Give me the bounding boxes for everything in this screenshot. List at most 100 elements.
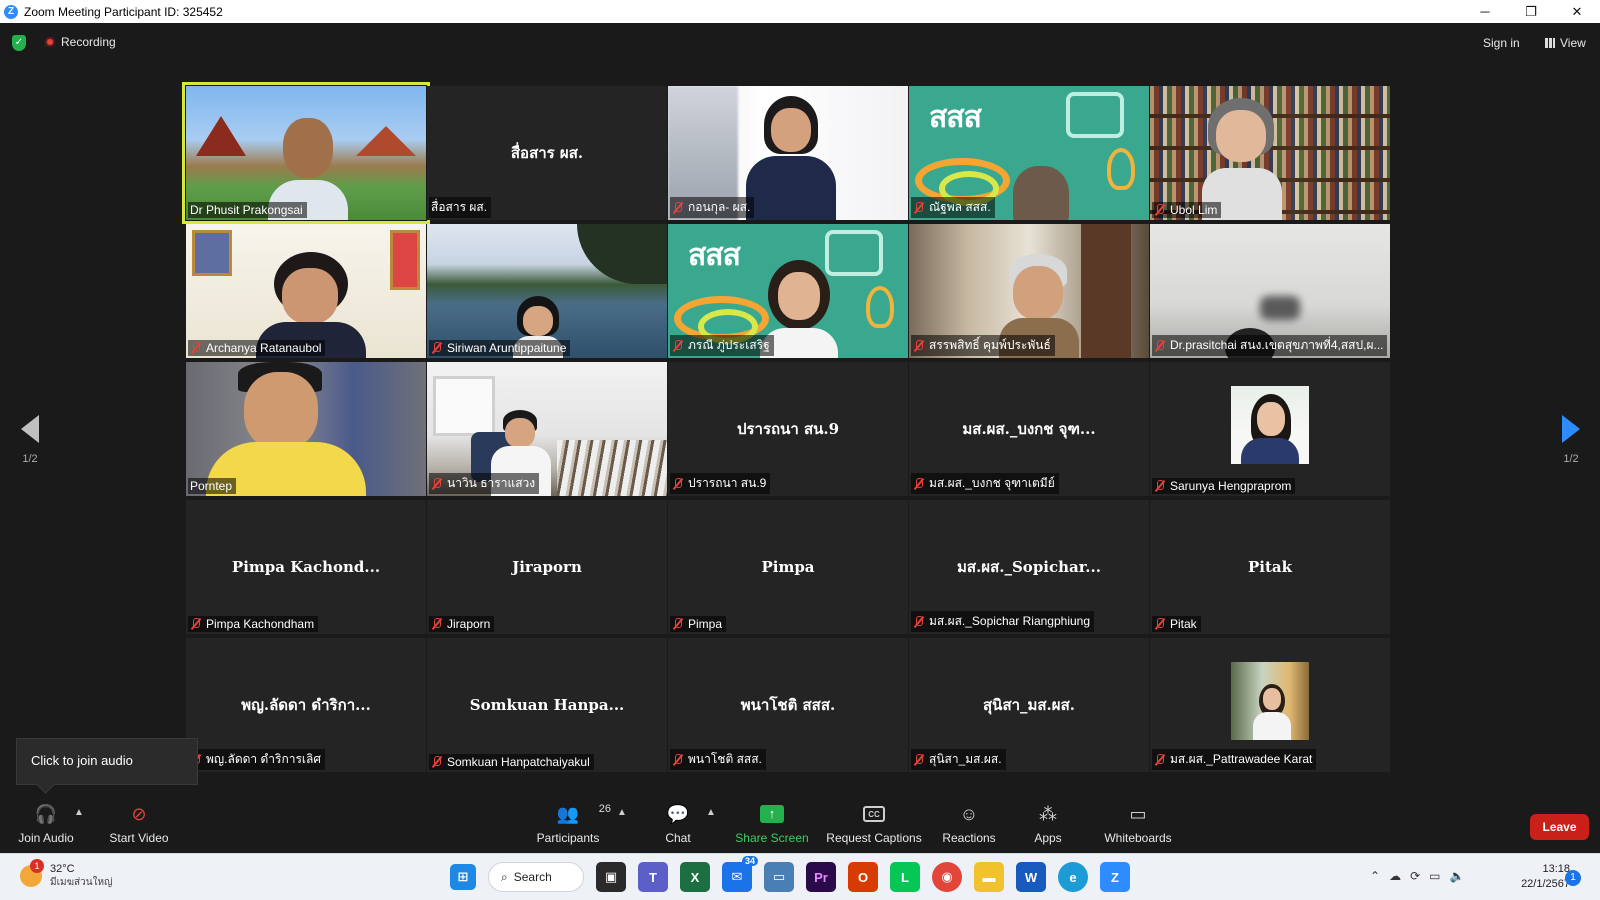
participant-tile[interactable]: Archanya Ratanaubol — [186, 224, 426, 358]
participants-button[interactable]: 👥 26 Participants — [531, 801, 611, 845]
participant-name-label: Ubol Lim — [1152, 202, 1222, 218]
participant-display-name: Jiraporn — [512, 558, 582, 576]
request-captions-button[interactable]: CC Request Captions — [826, 801, 922, 845]
reactions-button[interactable]: ☺ Reactions — [941, 801, 997, 846]
chevron-up-icon[interactable]: ⌃ — [1370, 869, 1380, 883]
next-page-button[interactable]: 1/2 — [1551, 415, 1591, 465]
participant-tile[interactable]: พนาโชติ สสส. พนาโชติ สสส. — [668, 638, 908, 772]
arrow-left-icon — [21, 415, 39, 443]
chat-button[interactable]: 💬 Chat — [650, 801, 706, 846]
participant-tile[interactable]: มส.ผส._Pattrawadee Karat — [1150, 638, 1390, 772]
participant-name-label: ภรณี ภู่ประเสริฐ — [670, 335, 774, 356]
share-screen-button[interactable]: ↑ Share Screen — [734, 801, 810, 845]
headphones-icon: 🎧 — [34, 803, 58, 824]
teams-icon[interactable]: T — [638, 862, 668, 892]
notification-badge[interactable]: 1 — [1565, 870, 1581, 886]
muted-mic-icon — [1154, 480, 1165, 492]
word-icon[interactable]: W — [1016, 862, 1046, 892]
mail-icon[interactable]: ✉ 34 — [722, 856, 758, 892]
recording-label: Recording — [61, 35, 116, 49]
taskbar-search[interactable]: ⌕ Search — [488, 862, 584, 892]
view-label: View — [1560, 36, 1586, 50]
window-titlebar: Z Zoom Meeting Participant ID: 325452 ─ … — [0, 0, 1600, 23]
windows-start-icon[interactable]: ⊞ — [450, 864, 476, 890]
participant-display-name: Somkuan Hanpa... — [469, 696, 625, 714]
recording-indicator[interactable]: Recording — [45, 35, 116, 49]
participant-tile[interactable]: มส.ผส._บงกช จุฑ... มส.ผส._บงกช จุฑาเตมีย… — [909, 362, 1149, 496]
participants-options-caret-icon[interactable]: ▲ — [617, 807, 627, 818]
chrome-icon[interactable]: ◉ — [932, 862, 962, 892]
network-icon[interactable]: ☁ — [1389, 869, 1401, 883]
participant-tile[interactable]: นาวิน ธาราแสวง — [427, 362, 667, 496]
remote-desktop-icon[interactable]: ▭ — [764, 862, 794, 892]
participant-tile[interactable]: Somkuan Hanpa... Somkuan Hanpatchaiyakul — [427, 638, 667, 772]
start-video-button[interactable]: ⊘ Start Video — [106, 801, 172, 846]
participant-tile[interactable]: ปรารถนา สน.9 ปรารถนา สน.9 — [668, 362, 908, 496]
join-audio-tooltip[interactable]: Click to join audio — [16, 738, 198, 785]
participant-name-label: Somkuan Hanpatchaiyakul — [429, 754, 594, 770]
participant-tile[interactable]: สสส ณัฐพล สสส. — [909, 86, 1149, 220]
participant-display-name: Pimpa Kachond... — [231, 558, 381, 576]
participant-name-label: มส.ผส._Sopichar Riangphiung — [911, 611, 1095, 632]
participant-tile[interactable]: Siriwan Aruntippaitune — [427, 224, 667, 358]
participant-tile[interactable]: พญ.ลัดดา ดำริกา... พญ.ลัดดา ดำริการเลิศ — [186, 638, 426, 772]
recording-dot-icon — [45, 37, 55, 47]
sign-in-button[interactable]: Sign in — [1483, 36, 1520, 50]
muted-mic-icon — [1154, 339, 1165, 352]
audio-options-caret-icon[interactable]: ▲ — [74, 807, 84, 818]
participant-tile[interactable]: สุนิสา_มส.ผส. สุนิสา_มส.ผส. — [909, 638, 1149, 772]
video-off-icon: ⊘ — [131, 803, 147, 824]
participant-tile[interactable]: มส.ผส._Sopichar... มส.ผส._Sopichar Riang… — [909, 500, 1149, 634]
participant-name-label: มส.ผส._Pattrawadee Karat — [1152, 749, 1317, 770]
file-explorer-icon[interactable]: ▬ — [974, 862, 1004, 892]
participant-tile[interactable]: Dr.prasitchai สนง.เขตสุขภาพที่4,สสป,ผ... — [1150, 224, 1390, 358]
zoom-logo-icon: Z — [4, 4, 18, 19]
participant-display-name: มส.ผส._บงกช จุฑ... — [962, 420, 1096, 438]
security-shield-icon[interactable]: ✓ — [12, 35, 26, 51]
previous-page-button[interactable]: 1/2 — [10, 415, 50, 465]
volume-icon[interactable]: 🔈 — [1449, 869, 1464, 883]
minimize-icon[interactable]: ─ — [1462, 0, 1508, 23]
sync-icon[interactable]: ⟳ — [1410, 869, 1420, 883]
weather-badge: 1 — [30, 859, 44, 873]
participant-tile[interactable]: Pimpa Pimpa — [668, 500, 908, 634]
zoom-taskbar-icon[interactable]: Z — [1100, 862, 1130, 892]
view-button[interactable]: View — [1545, 36, 1586, 50]
muted-mic-icon — [431, 756, 442, 768]
participant-tile[interactable]: สรรพสิทธิ์ คุมพ์ประพันธ์ — [909, 224, 1149, 358]
apps-button[interactable]: ⁂ Apps — [1026, 801, 1070, 846]
participant-tile[interactable]: Pimpa Kachond... Pimpa Kachondham — [186, 500, 426, 634]
participant-tile[interactable]: Jiraporn Jiraporn — [427, 500, 667, 634]
chat-options-caret-icon[interactable]: ▲ — [706, 807, 716, 818]
participant-tile[interactable]: Ubol Lim — [1150, 86, 1390, 220]
office-icon[interactable]: O — [848, 862, 878, 892]
whiteboards-button[interactable]: ▭ Whiteboards — [1102, 801, 1174, 846]
join-audio-button[interactable]: 🎧 Join Audio — [16, 801, 76, 846]
display-icon[interactable]: ▭ — [1429, 869, 1440, 883]
muted-mic-icon — [1154, 753, 1165, 766]
restore-icon[interactable]: ❐ — [1508, 0, 1554, 23]
participants-count: 26 — [598, 803, 611, 815]
premiere-icon[interactable]: Pr — [806, 862, 836, 892]
muted-mic-icon — [672, 477, 683, 490]
taskbar-clock[interactable]: 13:18 22/1/2567 — [1506, 862, 1570, 892]
participant-tile[interactable]: Porntep — [186, 362, 426, 496]
participant-name-label: ณัฐพล สสส. — [911, 197, 995, 218]
line-icon[interactable]: L — [890, 862, 920, 892]
participant-display-name: ปรารถนา สน.9 — [736, 420, 840, 438]
close-icon[interactable]: ✕ — [1554, 0, 1600, 23]
participant-tile[interactable]: สสส ภรณี ภู่ประเสริฐ — [668, 224, 908, 358]
participant-tile[interactable]: กอนกุล- ผส. — [668, 86, 908, 220]
excel-icon[interactable]: X — [680, 862, 710, 892]
edge-icon[interactable]: e — [1058, 862, 1088, 892]
weather-widget[interactable]: 1 32°C มีเมฆส่วนใหญ่ — [20, 859, 113, 889]
participant-tile[interactable]: Sarunya Hengpraprom — [1150, 362, 1390, 496]
leave-button[interactable]: Leave — [1530, 814, 1589, 840]
participant-tile[interactable]: Dr Phusit Prakongsai — [182, 82, 430, 224]
muted-mic-icon — [913, 339, 924, 352]
participant-tile[interactable]: สื่อสาร ผส. สื่อสาร ผส. — [427, 86, 667, 220]
arrow-right-icon — [1562, 415, 1580, 443]
participant-tile[interactable]: Pitak Pitak — [1150, 500, 1390, 634]
task-view-icon[interactable]: ▣ — [596, 862, 626, 892]
page-indicator-left: 1/2 — [22, 453, 38, 465]
